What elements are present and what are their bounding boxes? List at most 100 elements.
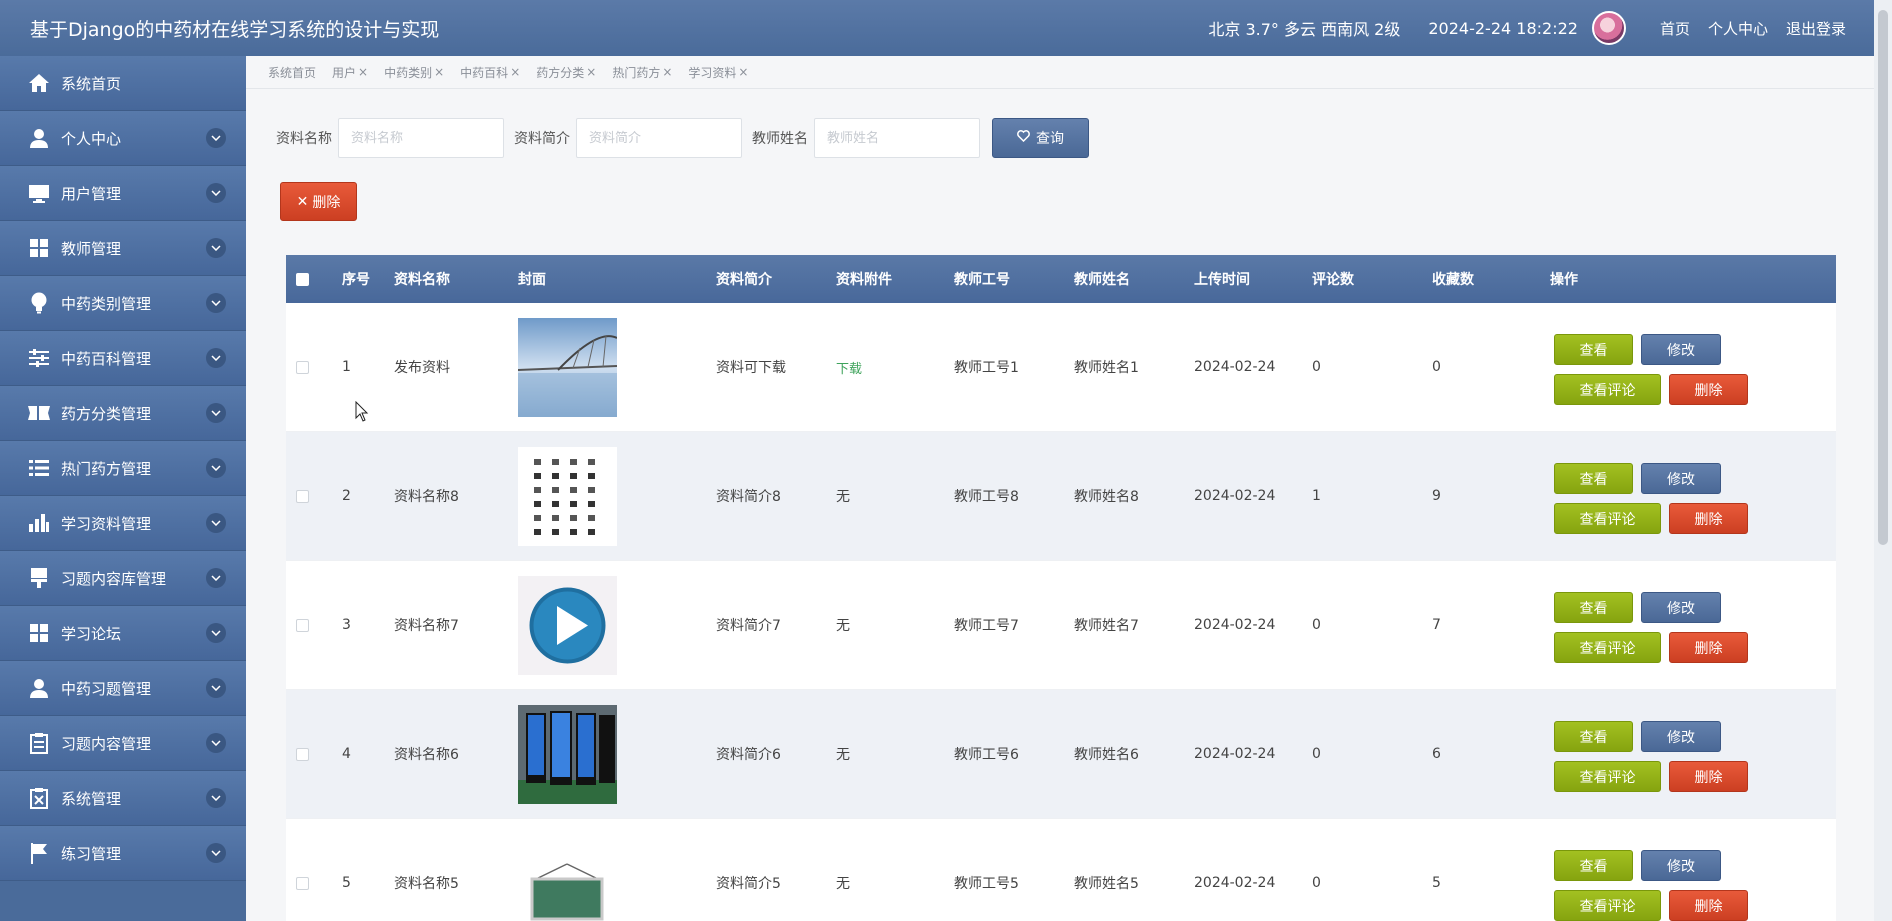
row-checkbox[interactable]: [296, 618, 309, 632]
sidebar-item[interactable]: 习题内容管理: [0, 716, 246, 771]
monitor-icon: [27, 181, 51, 205]
sidebar-item[interactable]: 系统管理: [0, 771, 246, 826]
view-comments-button[interactable]: 查看评论: [1554, 374, 1661, 405]
clipboard-icon: [27, 731, 51, 755]
view-button[interactable]: 查看: [1554, 334, 1633, 365]
sidebar-item[interactable]: 用户管理: [0, 166, 246, 221]
delete-button[interactable]: 删除: [1669, 632, 1748, 663]
grid-icon: [27, 236, 51, 260]
material-name: 资料名称8: [394, 489, 459, 505]
cover-image: [518, 704, 617, 804]
attachment[interactable]: 下载: [836, 358, 862, 377]
edit-button[interactable]: 修改: [1641, 592, 1721, 623]
sidebar-item[interactable]: 练习管理: [0, 826, 246, 881]
view-button[interactable]: 查看: [1554, 721, 1633, 752]
tab[interactable]: 中药百科 ×: [460, 62, 520, 82]
cover-image: [518, 833, 617, 921]
chevron-down-icon[interactable]: [206, 788, 226, 808]
chevron-down-icon[interactable]: [206, 843, 226, 863]
page-scrollbar[interactable]: [1874, 0, 1892, 921]
edit-button[interactable]: 修改: [1641, 721, 1721, 752]
table-body: 1 发布资料 资料可下载 下载 教师工号1 教师姓名1 2024-02-24 0 0 查看 修改 查看…: [286, 303, 1836, 921]
select-all-checkbox[interactable]: [296, 272, 309, 286]
sidebar-item[interactable]: 中药习题管理: [0, 661, 246, 716]
view-comments-button[interactable]: 查看评论: [1554, 890, 1661, 921]
tab-close-icon[interactable]: ×: [434, 65, 444, 79]
tab[interactable]: 系统首页: [268, 62, 316, 82]
sidebar-item[interactable]: 中药百科管理: [0, 331, 246, 386]
logout-link[interactable]: 退出登录: [1786, 18, 1846, 39]
chevron-down-icon[interactable]: [206, 183, 226, 203]
row-checkbox[interactable]: [296, 747, 309, 761]
sidebar-item[interactable]: 习题内容库管理: [0, 551, 246, 606]
view-comments-button[interactable]: 查看评论: [1554, 503, 1661, 534]
sidebar-item[interactable]: 教师管理: [0, 221, 246, 276]
delete-button[interactable]: 删除: [1669, 761, 1748, 792]
sidebar-item[interactable]: 个人中心: [0, 111, 246, 166]
chevron-down-icon[interactable]: [206, 293, 226, 313]
tab[interactable]: 用户 ×: [332, 62, 368, 82]
tab-close-icon[interactable]: ×: [586, 65, 596, 79]
chevron-down-icon[interactable]: [206, 348, 226, 368]
heart-icon: [1017, 130, 1030, 146]
tab[interactable]: 中药类别 ×: [384, 62, 444, 82]
column-header: 操作: [1550, 272, 1578, 288]
teacher-search-input[interactable]: [814, 118, 980, 158]
name-search-input[interactable]: [338, 118, 504, 158]
sidebar-item[interactable]: 热门药方管理: [0, 441, 246, 496]
sidebar-item[interactable]: 药方分类管理: [0, 386, 246, 441]
view-button[interactable]: 查看: [1554, 850, 1633, 881]
chevron-down-icon[interactable]: [206, 238, 226, 258]
tab[interactable]: 药方分类 ×: [536, 62, 596, 82]
view-comments-button[interactable]: 查看评论: [1554, 632, 1661, 663]
row-checkbox[interactable]: [296, 360, 309, 374]
view-comments-button[interactable]: 查看评论: [1554, 761, 1661, 792]
delete-button[interactable]: 删除: [1669, 374, 1748, 405]
upload-date: 2024-02-24: [1194, 875, 1276, 891]
tab-bar: 系统首页 用户 × 中药类别 × 中药百科 × 药方分类 × 热门药方 × 学习资料 ×: [268, 62, 764, 82]
favorite-count: 5: [1432, 875, 1441, 891]
avatar[interactable]: [1591, 11, 1626, 45]
chevron-down-icon[interactable]: [206, 128, 226, 148]
tab[interactable]: 热门药方 ×: [612, 62, 672, 82]
edit-button[interactable]: 修改: [1641, 334, 1721, 365]
view-button[interactable]: 查看: [1554, 592, 1633, 623]
chevron-down-icon[interactable]: [206, 403, 226, 423]
delete-button[interactable]: 删除: [1669, 503, 1748, 534]
chevron-down-icon[interactable]: [206, 513, 226, 533]
column-header: 收藏数: [1432, 272, 1474, 288]
row-checkbox[interactable]: [296, 489, 309, 503]
sidebar-item[interactable]: 中药类别管理: [0, 276, 246, 331]
cover-image: [518, 317, 617, 417]
batch-delete-label: 删除: [312, 194, 341, 211]
batch-delete-button[interactable]: ✕ 删除: [280, 182, 357, 221]
intro-search-input[interactable]: [576, 118, 742, 158]
sidebar-item-label: 系统管理: [61, 789, 122, 808]
chevron-down-icon[interactable]: [206, 568, 226, 588]
chevron-down-icon[interactable]: [206, 623, 226, 643]
table-row: 4 资料名称6 资料简介6 无 教师工号6 教师姓名6 2024-02-24 0 6 查看 修改 查看…: [286, 690, 1836, 819]
mouse-cursor-icon: [355, 401, 369, 422]
home-link[interactable]: 首页: [1660, 18, 1690, 39]
tab-close-icon[interactable]: ×: [738, 65, 748, 79]
row-checkbox[interactable]: [296, 876, 309, 890]
chevron-down-icon[interactable]: [206, 678, 226, 698]
chevron-down-icon[interactable]: [206, 458, 226, 478]
profile-link[interactable]: 个人中心: [1708, 18, 1768, 39]
tab-close-icon[interactable]: ×: [662, 65, 672, 79]
edit-button[interactable]: 修改: [1641, 850, 1721, 881]
tab-close-icon[interactable]: ×: [510, 65, 520, 79]
delete-button[interactable]: 删除: [1669, 890, 1748, 921]
sidebar-item[interactable]: 学习资料管理: [0, 496, 246, 551]
tab-close-icon[interactable]: ×: [358, 65, 368, 79]
view-button[interactable]: 查看: [1554, 463, 1633, 494]
user-icon: [27, 676, 51, 700]
tab[interactable]: 学习资料 ×: [688, 62, 748, 82]
sidebar-item[interactable]: 学习论坛: [0, 606, 246, 661]
query-button[interactable]: 查询: [992, 118, 1089, 158]
sidebar-item[interactable]: 系统首页: [0, 56, 246, 111]
chevron-down-icon[interactable]: [206, 733, 226, 753]
scrollbar-thumb[interactable]: [1878, 10, 1888, 545]
comment-count: 0: [1312, 746, 1321, 762]
edit-button[interactable]: 修改: [1641, 463, 1721, 494]
